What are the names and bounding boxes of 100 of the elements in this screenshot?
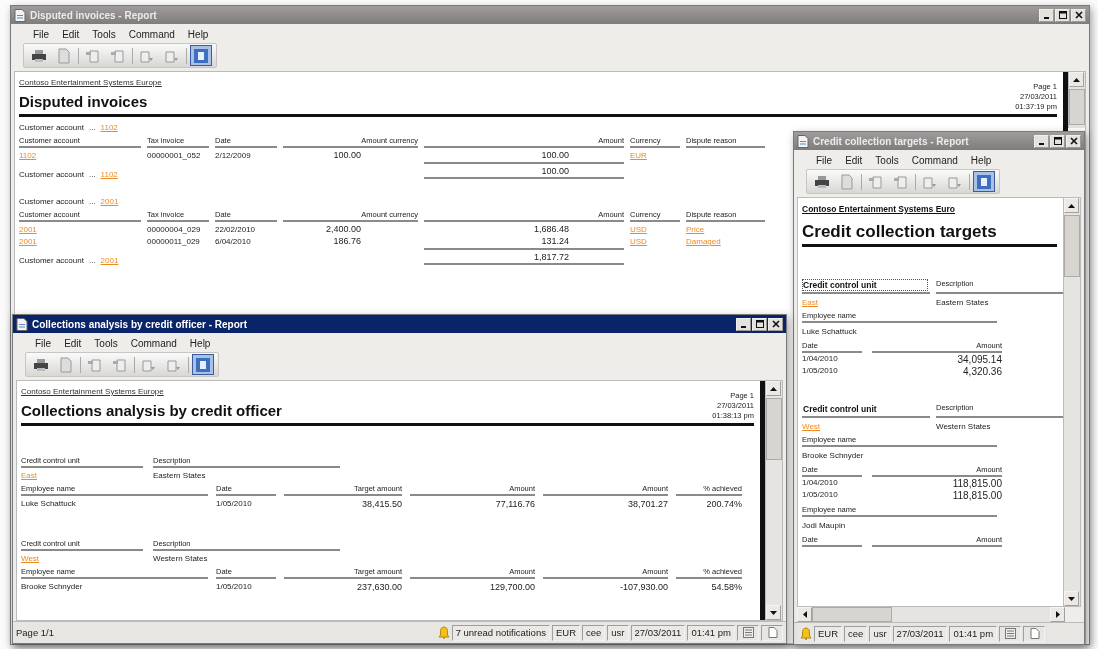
maximize-icon <box>1058 11 1067 19</box>
sheet-icon[interactable] <box>742 627 754 638</box>
description-text: Western States <box>153 554 208 563</box>
menu-item[interactable]: Edit <box>64 338 82 349</box>
down-arrow-icon <box>1068 596 1075 601</box>
printer-icon <box>814 173 830 190</box>
menu-item[interactable]: File <box>35 338 52 349</box>
description-text: Eastern States <box>153 471 206 480</box>
fit-page-icon <box>193 47 209 64</box>
scroll-down-button[interactable] <box>1064 591 1079 606</box>
scroll-up-button[interactable] <box>1064 198 1079 213</box>
table-cell: 22/02/2010 <box>215 225 256 234</box>
scroll-down-button[interactable] <box>766 605 781 620</box>
column-header: Credit control unit <box>802 279 928 291</box>
toolbar-button[interactable] <box>192 354 214 375</box>
table-cell: 1/05/2010 <box>802 366 838 375</box>
fit-page-icon <box>195 356 211 373</box>
table-cell: 77,116.76 <box>495 499 535 509</box>
right-arrow-icon <box>1055 611 1060 618</box>
page-arrow-icon <box>112 356 128 373</box>
group-label: Customer account <box>19 197 84 206</box>
window-title: Collections analysis by credit officer - Report <box>32 318 248 330</box>
scroll-thumb[interactable] <box>1069 89 1085 125</box>
window-title: Disputed invoices - Report <box>30 9 157 21</box>
company-link[interactable]: Contoso Entertainment Systems Euro <box>802 204 956 214</box>
scroll-thumb[interactable] <box>1064 215 1080 277</box>
document-icon <box>16 317 28 331</box>
menu-item[interactable]: Command <box>130 338 177 349</box>
table-cell: 00000001_052 <box>147 151 201 160</box>
scroll-thumb[interactable] <box>766 398 782 460</box>
table-cell: 237,630.00 <box>356 582 402 592</box>
document-icon <box>797 134 809 148</box>
page-count: Page 1/1 <box>16 627 56 638</box>
page-icon[interactable] <box>766 627 778 638</box>
total-amount: 1,817.72 <box>533 252 569 262</box>
scroll-up-button[interactable] <box>1069 72 1084 87</box>
document-icon <box>14 8 26 22</box>
employee-name: Brooke Schnyder <box>802 451 864 460</box>
window-title: Credit collection targets - Report <box>813 135 969 147</box>
menu-item[interactable]: Help <box>189 338 211 349</box>
leader-dots: ... <box>88 256 96 265</box>
bell-icon[interactable] <box>437 626 450 639</box>
table-cell: 100.00 <box>333 150 361 160</box>
table-cell: 118,815.00 <box>952 478 1002 489</box>
down-arrow-icon <box>770 610 777 615</box>
description-text: Western States <box>936 422 991 431</box>
table-cell: 00000004_029 <box>147 225 201 234</box>
table-cell: 2/12/2009 <box>215 151 251 160</box>
report-title: Credit collection targets <box>802 222 997 242</box>
leader-dots: ... <box>88 123 96 132</box>
status-field: EUR <box>814 625 843 642</box>
table-cell: 38,415.50 <box>361 499 402 509</box>
table-cell: 100.00 <box>541 150 569 160</box>
status-field: 7 unread notifications <box>451 624 550 641</box>
table-cell: Luke Schattuck <box>21 499 76 508</box>
table-cell: 1/05/2010 <box>802 490 838 499</box>
table-cell: 1/05/2010 <box>216 499 252 508</box>
sheet-icon[interactable] <box>1004 628 1016 639</box>
scroll-up-button[interactable] <box>766 381 781 396</box>
page-icon <box>56 47 72 64</box>
page-arrow-icon <box>893 173 909 190</box>
status-field: cee <box>844 625 868 642</box>
close-icon <box>1069 137 1078 145</box>
up-arrow-icon <box>1073 77 1080 82</box>
up-arrow-icon <box>770 386 777 391</box>
status-field: cee <box>582 624 606 641</box>
leader-dots: ... <box>88 170 96 179</box>
status-field: 01:41 pm <box>949 625 998 642</box>
status-field: 01:41 pm <box>687 624 735 641</box>
status-field: usr <box>869 625 891 642</box>
table-cell: 1/04/2010 <box>802 354 838 363</box>
maximize-button[interactable] <box>752 317 767 331</box>
table-cell: 1/05/2010 <box>216 582 252 591</box>
table-cell: 118,815.00 <box>952 490 1002 501</box>
printer-icon <box>33 356 49 373</box>
company-link[interactable]: Contoso Entertainment Systems Europe <box>19 78 162 87</box>
maximize-icon <box>1053 137 1062 145</box>
employee-name: Jodi Maupin <box>802 521 846 530</box>
table-cell: 34,095.14 <box>957 354 1002 365</box>
report-title: Disputed invoices <box>19 93 148 110</box>
table-cell: Brooke Schnyder <box>21 582 83 591</box>
close-button[interactable] <box>768 317 783 331</box>
table-cell: 186.76 <box>333 236 361 246</box>
page-icon <box>58 356 74 373</box>
page-icon[interactable] <box>1028 628 1040 639</box>
page-arrow-icon <box>110 47 126 64</box>
company-link[interactable]: Contoso Entertainment Systems Europe <box>21 387 164 396</box>
vertical-scrollbar[interactable] <box>765 381 782 620</box>
close-icon <box>771 320 780 328</box>
page-arrow-icon <box>87 356 103 373</box>
minimize-button[interactable] <box>736 317 751 331</box>
menu-item[interactable]: Tools <box>94 338 118 349</box>
table-cell: 131.24 <box>541 236 569 246</box>
group-label: Customer account <box>19 170 84 179</box>
table-cell: 4,320.36 <box>963 366 1002 377</box>
total-amount: 100.00 <box>541 166 569 176</box>
table-cell: 38,701.27 <box>627 499 668 509</box>
status-field: usr <box>607 624 629 641</box>
leader-dots: ... <box>88 197 96 206</box>
page-arrow-icon <box>85 47 101 64</box>
